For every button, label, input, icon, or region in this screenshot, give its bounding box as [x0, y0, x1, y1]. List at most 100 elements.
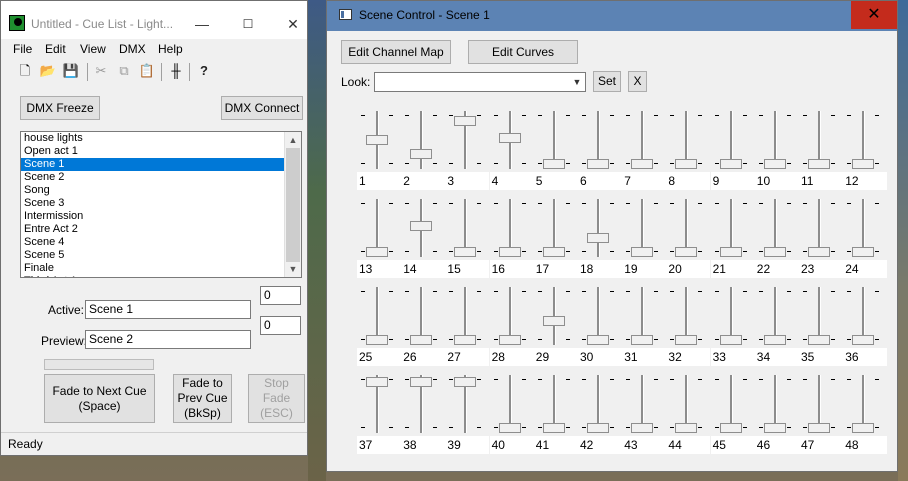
list-item[interactable]: Scene 4	[21, 236, 301, 249]
fader-thumb[interactable]	[410, 335, 433, 345]
fader-tick-top	[831, 291, 835, 292]
fader-track[interactable]	[597, 199, 600, 257]
maximize-button[interactable]: ☐	[233, 13, 263, 35]
scroll-up-icon[interactable]: ▲	[285, 132, 301, 148]
paste-icon[interactable]: 📋	[137, 61, 157, 81]
fader-thumb[interactable]	[542, 159, 565, 169]
minimize-button[interactable]: —	[187, 13, 217, 35]
fader-thumb[interactable]	[631, 159, 654, 169]
list-item[interactable]: Open act 1	[21, 145, 301, 158]
menu-dmx[interactable]: DMX	[119, 42, 146, 56]
list-item[interactable]: house lights	[21, 132, 301, 145]
new-file-icon[interactable]: 🗋	[15, 61, 35, 81]
menu-help[interactable]: Help	[158, 42, 183, 56]
edit-curves-button[interactable]: Edit Curves	[468, 40, 578, 64]
fader-thumb[interactable]	[587, 335, 609, 345]
sliders-icon[interactable]: ╫	[166, 61, 186, 81]
fader-thumb[interactable]	[852, 159, 875, 169]
fader-thumb[interactable]	[498, 132, 521, 143]
fader-thumb[interactable]	[675, 423, 698, 433]
edit-channel-map-button[interactable]: Edit Channel Map	[341, 40, 451, 64]
fader-thumb[interactable]	[542, 315, 565, 326]
dmx-connect-button[interactable]: DMX Connect	[221, 96, 303, 120]
fader-thumb[interactable]	[366, 335, 388, 345]
list-item[interactable]: Third Act 1	[21, 275, 301, 277]
fader-track[interactable]	[420, 111, 424, 169]
preview-cue-field[interactable]: Scene 2	[85, 330, 251, 349]
fader-thumb[interactable]	[852, 335, 875, 345]
fader-thumb[interactable]	[852, 423, 875, 433]
fader-thumb[interactable]	[454, 377, 477, 388]
close-button[interactable]: ✕	[278, 13, 308, 35]
fader-thumb[interactable]	[410, 149, 433, 160]
active-counter-field[interactable]: 0	[260, 286, 301, 305]
open-folder-icon[interactable]: 📂	[38, 61, 58, 81]
cue-list[interactable]: house lights Open act 1 Scene 1 Scene 2 Song…	[20, 131, 302, 278]
list-item[interactable]: Scene 2	[21, 171, 301, 184]
fader-thumb[interactable]	[675, 159, 698, 169]
dmx-freeze-button[interactable]: DMX Freeze	[20, 96, 100, 120]
fader-thumb[interactable]	[675, 247, 698, 257]
fader-thumb[interactable]	[454, 335, 477, 345]
menu-view[interactable]: View	[80, 42, 106, 56]
menu-edit[interactable]: Edit	[45, 42, 66, 56]
fader-thumb[interactable]	[675, 335, 698, 345]
look-select[interactable]: ▼	[374, 72, 586, 92]
list-item[interactable]: Entre Act 2	[21, 223, 301, 236]
menu-file[interactable]: File	[13, 42, 32, 56]
list-item[interactable]: Scene 3	[21, 197, 301, 210]
list-item[interactable]: Finale	[21, 262, 301, 275]
fader-thumb[interactable]	[631, 423, 654, 433]
fader-thumb[interactable]	[410, 377, 433, 388]
fader-thumb[interactable]	[763, 335, 786, 345]
fader-thumb[interactable]	[808, 335, 830, 345]
fader-thumb[interactable]	[763, 159, 786, 169]
fader-thumb[interactable]	[366, 135, 388, 145]
fader-thumb[interactable]	[719, 423, 742, 433]
fader-thumb[interactable]	[808, 423, 830, 433]
preview-counter-field[interactable]: 0	[260, 316, 301, 335]
fader-thumb[interactable]	[852, 247, 875, 257]
stop-fade-button[interactable]: Stop Fade (ESC)	[248, 374, 305, 423]
set-look-button[interactable]: Set	[593, 71, 621, 92]
scroll-thumb[interactable]	[286, 148, 300, 262]
fader-thumb[interactable]	[808, 247, 830, 257]
fader-thumb[interactable]	[587, 232, 609, 243]
fader-thumb[interactable]	[366, 247, 388, 257]
fader-thumb[interactable]	[454, 115, 477, 126]
clear-look-button[interactable]: X	[628, 71, 647, 92]
fader-thumb[interactable]	[454, 247, 477, 257]
cut-icon[interactable]: ✂	[91, 61, 111, 81]
fader-thumb[interactable]	[763, 247, 786, 257]
fader-thumb[interactable]	[719, 335, 742, 345]
active-cue-field[interactable]: Scene 1	[85, 300, 251, 319]
chevron-down-icon[interactable]: ▼	[569, 73, 585, 91]
vertical-scrollbar[interactable]: ▲ ▼	[284, 132, 301, 277]
fader-thumb[interactable]	[366, 377, 388, 388]
save-icon[interactable]: 💾	[61, 61, 81, 81]
fader-thumb[interactable]	[587, 423, 609, 433]
list-item[interactable]: Scene 5	[21, 249, 301, 262]
fader-thumb[interactable]	[498, 335, 521, 345]
list-item[interactable]: Scene 1	[21, 158, 301, 171]
fader-thumb[interactable]	[631, 335, 654, 345]
fader-thumb[interactable]	[719, 159, 742, 169]
copy-icon[interactable]: ⧉	[114, 61, 134, 81]
fader-thumb[interactable]	[808, 159, 830, 169]
list-item[interactable]: Intermission	[21, 210, 301, 223]
fader-thumb[interactable]	[763, 423, 786, 433]
fader-thumb[interactable]	[542, 247, 565, 257]
fader-thumb[interactable]	[498, 423, 521, 433]
fade-next-cue-button[interactable]: Fade to Next Cue (Space)	[44, 374, 155, 423]
list-item[interactable]: Song	[21, 184, 301, 197]
fader-thumb[interactable]	[498, 247, 521, 257]
fader-thumb[interactable]	[631, 247, 654, 257]
fade-prev-cue-button[interactable]: Fade to Prev Cue (BkSp)	[173, 374, 232, 423]
fader-thumb[interactable]	[587, 159, 609, 169]
close-button[interactable]: ✕	[851, 1, 897, 29]
scroll-down-icon[interactable]: ▼	[285, 261, 301, 277]
fader-thumb[interactable]	[542, 423, 565, 433]
fader-thumb[interactable]	[719, 247, 742, 257]
help-icon[interactable]: ?	[194, 61, 214, 81]
fader-thumb[interactable]	[410, 220, 433, 231]
